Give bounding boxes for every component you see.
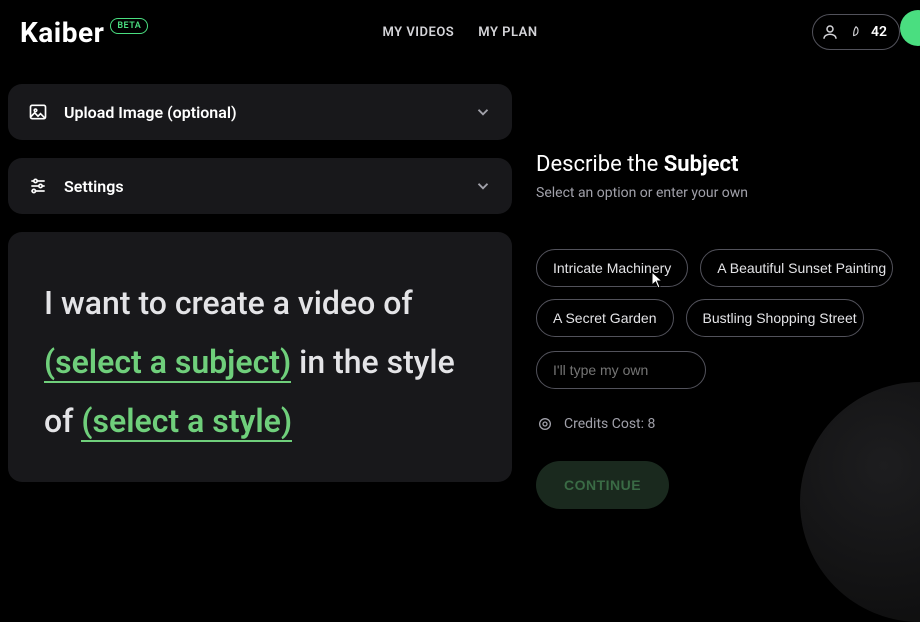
describe-heading: Describe the Subject xyxy=(536,152,916,177)
primary-nav: MY VIDEOS MY PLAN xyxy=(382,25,537,40)
left-column: Upload Image (optional) xyxy=(8,84,512,509)
credit-pill[interactable]: 42 xyxy=(812,14,900,50)
chip-secret-garden[interactable]: A Secret Garden xyxy=(536,299,674,337)
image-icon xyxy=(28,102,48,122)
nav-my-plan[interactable]: MY PLAN xyxy=(478,25,537,40)
upload-panel[interactable]: Upload Image (optional) xyxy=(8,84,512,140)
user-icon xyxy=(819,21,841,43)
pepper-icon xyxy=(849,25,863,39)
settings-panel-title: Settings xyxy=(64,177,124,196)
credits-row: Credits Cost: 8 xyxy=(536,415,916,433)
chip-sunset-painting[interactable]: A Beautiful Sunset Painting xyxy=(700,249,893,287)
prompt-prefix: I want to create a video of xyxy=(44,284,413,322)
chip-intricate-machinery[interactable]: Intricate Machinery xyxy=(536,249,688,287)
header-right: 42 xyxy=(812,14,900,50)
chevron-down-icon xyxy=(474,177,492,195)
beta-badge: BETA xyxy=(110,18,148,34)
describe-bold: Subject xyxy=(664,152,739,177)
logo-wrap: Kaiber BETA xyxy=(20,16,148,49)
describe-prefix: Describe the xyxy=(536,152,664,177)
main: Upload Image (optional) xyxy=(0,64,920,509)
subject-chips: Intricate Machinery A Beautiful Sunset P… xyxy=(536,249,916,337)
upload-panel-title: Upload Image (optional) xyxy=(64,103,237,122)
header: Kaiber BETA MY VIDEOS MY PLAN 42 xyxy=(0,0,920,64)
sliders-icon xyxy=(28,176,48,196)
nav-my-videos[interactable]: MY VIDEOS xyxy=(382,25,454,40)
prompt-text: I want to create a video of (select a su… xyxy=(44,274,476,452)
chevron-down-icon xyxy=(474,103,492,121)
logo[interactable]: Kaiber xyxy=(20,16,104,49)
select-style[interactable]: (select a style) xyxy=(81,402,292,442)
credit-count: 42 xyxy=(871,24,887,40)
chip-shopping-street[interactable]: Bustling Shopping Street xyxy=(686,299,864,337)
avatar[interactable] xyxy=(900,10,920,46)
select-subject[interactable]: (select a subject) xyxy=(44,343,291,383)
credits-icon xyxy=(536,415,554,433)
type-own-input[interactable] xyxy=(536,351,706,389)
describe-subtext: Select an option or enter your own xyxy=(536,185,916,201)
credits-label: Credits Cost: 8 xyxy=(564,416,655,432)
prompt-card: I want to create a video of (select a su… xyxy=(8,232,512,482)
settings-panel[interactable]: Settings xyxy=(8,158,512,214)
right-column: Describe the Subject Select an option or… xyxy=(536,84,920,509)
